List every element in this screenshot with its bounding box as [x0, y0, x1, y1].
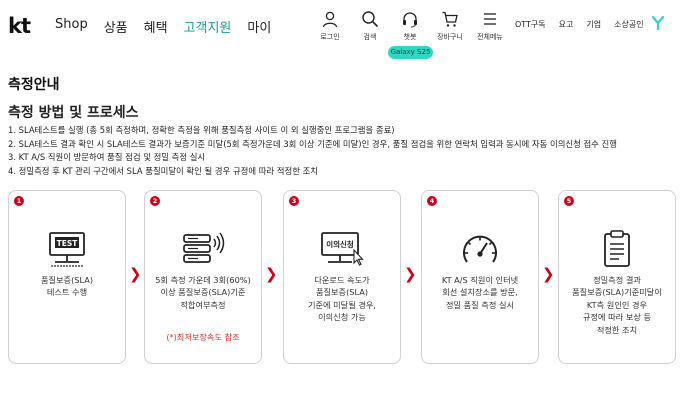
chevron-right-icon: ❯ — [404, 265, 417, 283]
step-text: 1. SLA테스트를 실행 (총 5회 측정하며, 정확한 측정을 위해 품질측… — [8, 125, 395, 135]
link-small-business[interactable]: 소상공인 — [614, 19, 643, 30]
utility-menu: 로그인 검색 챗봇 장바구니 전체메뉴 — [310, 10, 510, 42]
card-description: KT A/S 직원이 인터넷 회선 설치장소를 방문, 정밀 품질 측정 실시 — [441, 275, 519, 310]
chevron-right-icon: ❯ — [542, 265, 555, 283]
cart-button[interactable]: 장바구니 — [430, 10, 470, 42]
cart-label: 장바구니 — [437, 33, 463, 41]
svg-text:이의신청: 이의신청 — [326, 239, 354, 249]
step-text: 3. KT A/S 직원이 방문하여 품질 점검 및 정밀 측정 실시 — [8, 152, 206, 163]
objection-monitor-icon: 이의신청 — [284, 229, 400, 269]
login-label: 로그인 — [320, 33, 340, 41]
step-number-badge: 1 — [14, 196, 24, 206]
test-monitor-icon: TEST — [9, 229, 125, 269]
page-title: 측정안내 — [8, 77, 60, 93]
step-number-badge: 3 — [289, 196, 299, 206]
card-description: 품질보증(SLA) 테스트 수행 — [40, 275, 94, 298]
svg-text:TEST: TEST — [57, 239, 79, 248]
process-steps-list: 1. SLA테스트를 실행 (총 5회 측정하며, 정확한 측정을 위해 품질측… — [8, 124, 617, 178]
search-icon — [362, 11, 379, 28]
kt-logo[interactable]: kt — [8, 14, 31, 38]
galaxy-s25-badge[interactable]: Galaxy S25 — [388, 46, 433, 59]
site-header: kt Shop 상품 혜택 고객지원 마이 로그인 검색 챗봇 장바구니 전체메… — [0, 0, 680, 62]
card-description: 5회 측정 가운데 3회(60%) 이상 품질보증(SLA)기준 적합여부측정 — [155, 275, 251, 310]
step-text: 4. 정밀측정 후 KT 관리 구간에서 SLA 품질미달이 확인 될 경우 규… — [8, 165, 318, 176]
chatbot-label: 챗봇 — [403, 33, 417, 41]
search-button[interactable]: 검색 — [350, 10, 390, 42]
right-links: OTT구독 요고 기업 소상공인 — [515, 19, 657, 30]
speedometer-icon — [422, 229, 538, 269]
server-signal-icon — [145, 229, 261, 269]
chevron-right-icon: ❯ — [129, 265, 142, 283]
process-card-4: 4 KT A/S 직원이 인터넷 회선 설치장소를 방문, 정밀 품질 측정 실… — [421, 190, 539, 364]
nav-shop[interactable]: Shop — [55, 17, 88, 36]
search-label: 검색 — [363, 33, 377, 41]
link-ott[interactable]: OTT구독 — [515, 19, 546, 30]
headset-icon — [403, 12, 417, 28]
process-card-3: 3 이의신청 다운로드 속도가 품질보증(SLA) 기준에 미달될 경우, 이의… — [283, 190, 401, 364]
process-card-2: 2 5회 측정 가운데 3회(60%) 이상 품질보증(SLA)기준 적합여부측… — [144, 190, 262, 364]
step-number-badge: 4 — [427, 196, 437, 206]
user-icon — [322, 11, 338, 28]
all-menu-label: 전체메뉴 — [477, 33, 503, 41]
step-text: 2. SLA테스트 결과 확인 시 SLA테스트 결과가 보증기준 미달(5회 … — [8, 138, 617, 149]
nav-my[interactable]: 마이 — [247, 17, 271, 36]
card-description: 정밀측정 결과 품질보증(SLA)기준미달이 KT측 원인인 경우 규정에 따라… — [572, 275, 662, 335]
clipboard-icon — [559, 229, 675, 269]
link-enterprise[interactable]: 기업 — [586, 19, 601, 30]
process-card-1: 1 TEST 품질보증(SLA) 테스트 수행 — [8, 190, 126, 364]
card-description: 다운로드 속도가 품질보증(SLA) 기준에 미달될 경우, 이의신청 가능 — [307, 275, 377, 323]
nav-products[interactable]: 상품 — [104, 17, 128, 36]
step-number-badge: 5 — [564, 196, 574, 206]
login-button[interactable]: 로그인 — [310, 10, 350, 42]
minimum-speed-note[interactable]: (*)최저보장속도 참조 — [145, 331, 261, 343]
section-title: 측정 방법 및 프로세스 — [8, 105, 139, 121]
nav-customer-support[interactable]: 고객지원 — [184, 17, 232, 36]
menu-icon — [484, 13, 496, 25]
link-yogo[interactable]: 요고 — [559, 19, 574, 30]
main-nav: Shop 상품 혜택 고객지원 마이 — [55, 17, 287, 36]
step-number-badge: 2 — [150, 196, 160, 206]
chevron-right-icon: ❯ — [265, 265, 278, 283]
all-menu-button[interactable]: 전체메뉴 — [470, 10, 510, 42]
nav-benefits[interactable]: 혜택 — [144, 17, 168, 36]
yogo-logo-icon[interactable] — [652, 16, 664, 30]
chatbot-button[interactable]: 챗봇 — [390, 10, 430, 42]
cart-icon — [442, 11, 458, 27]
process-card-5: 5 정밀측정 결과 품질보증(SLA)기준미달이 KT측 원인인 경우 규정에 … — [558, 190, 676, 364]
